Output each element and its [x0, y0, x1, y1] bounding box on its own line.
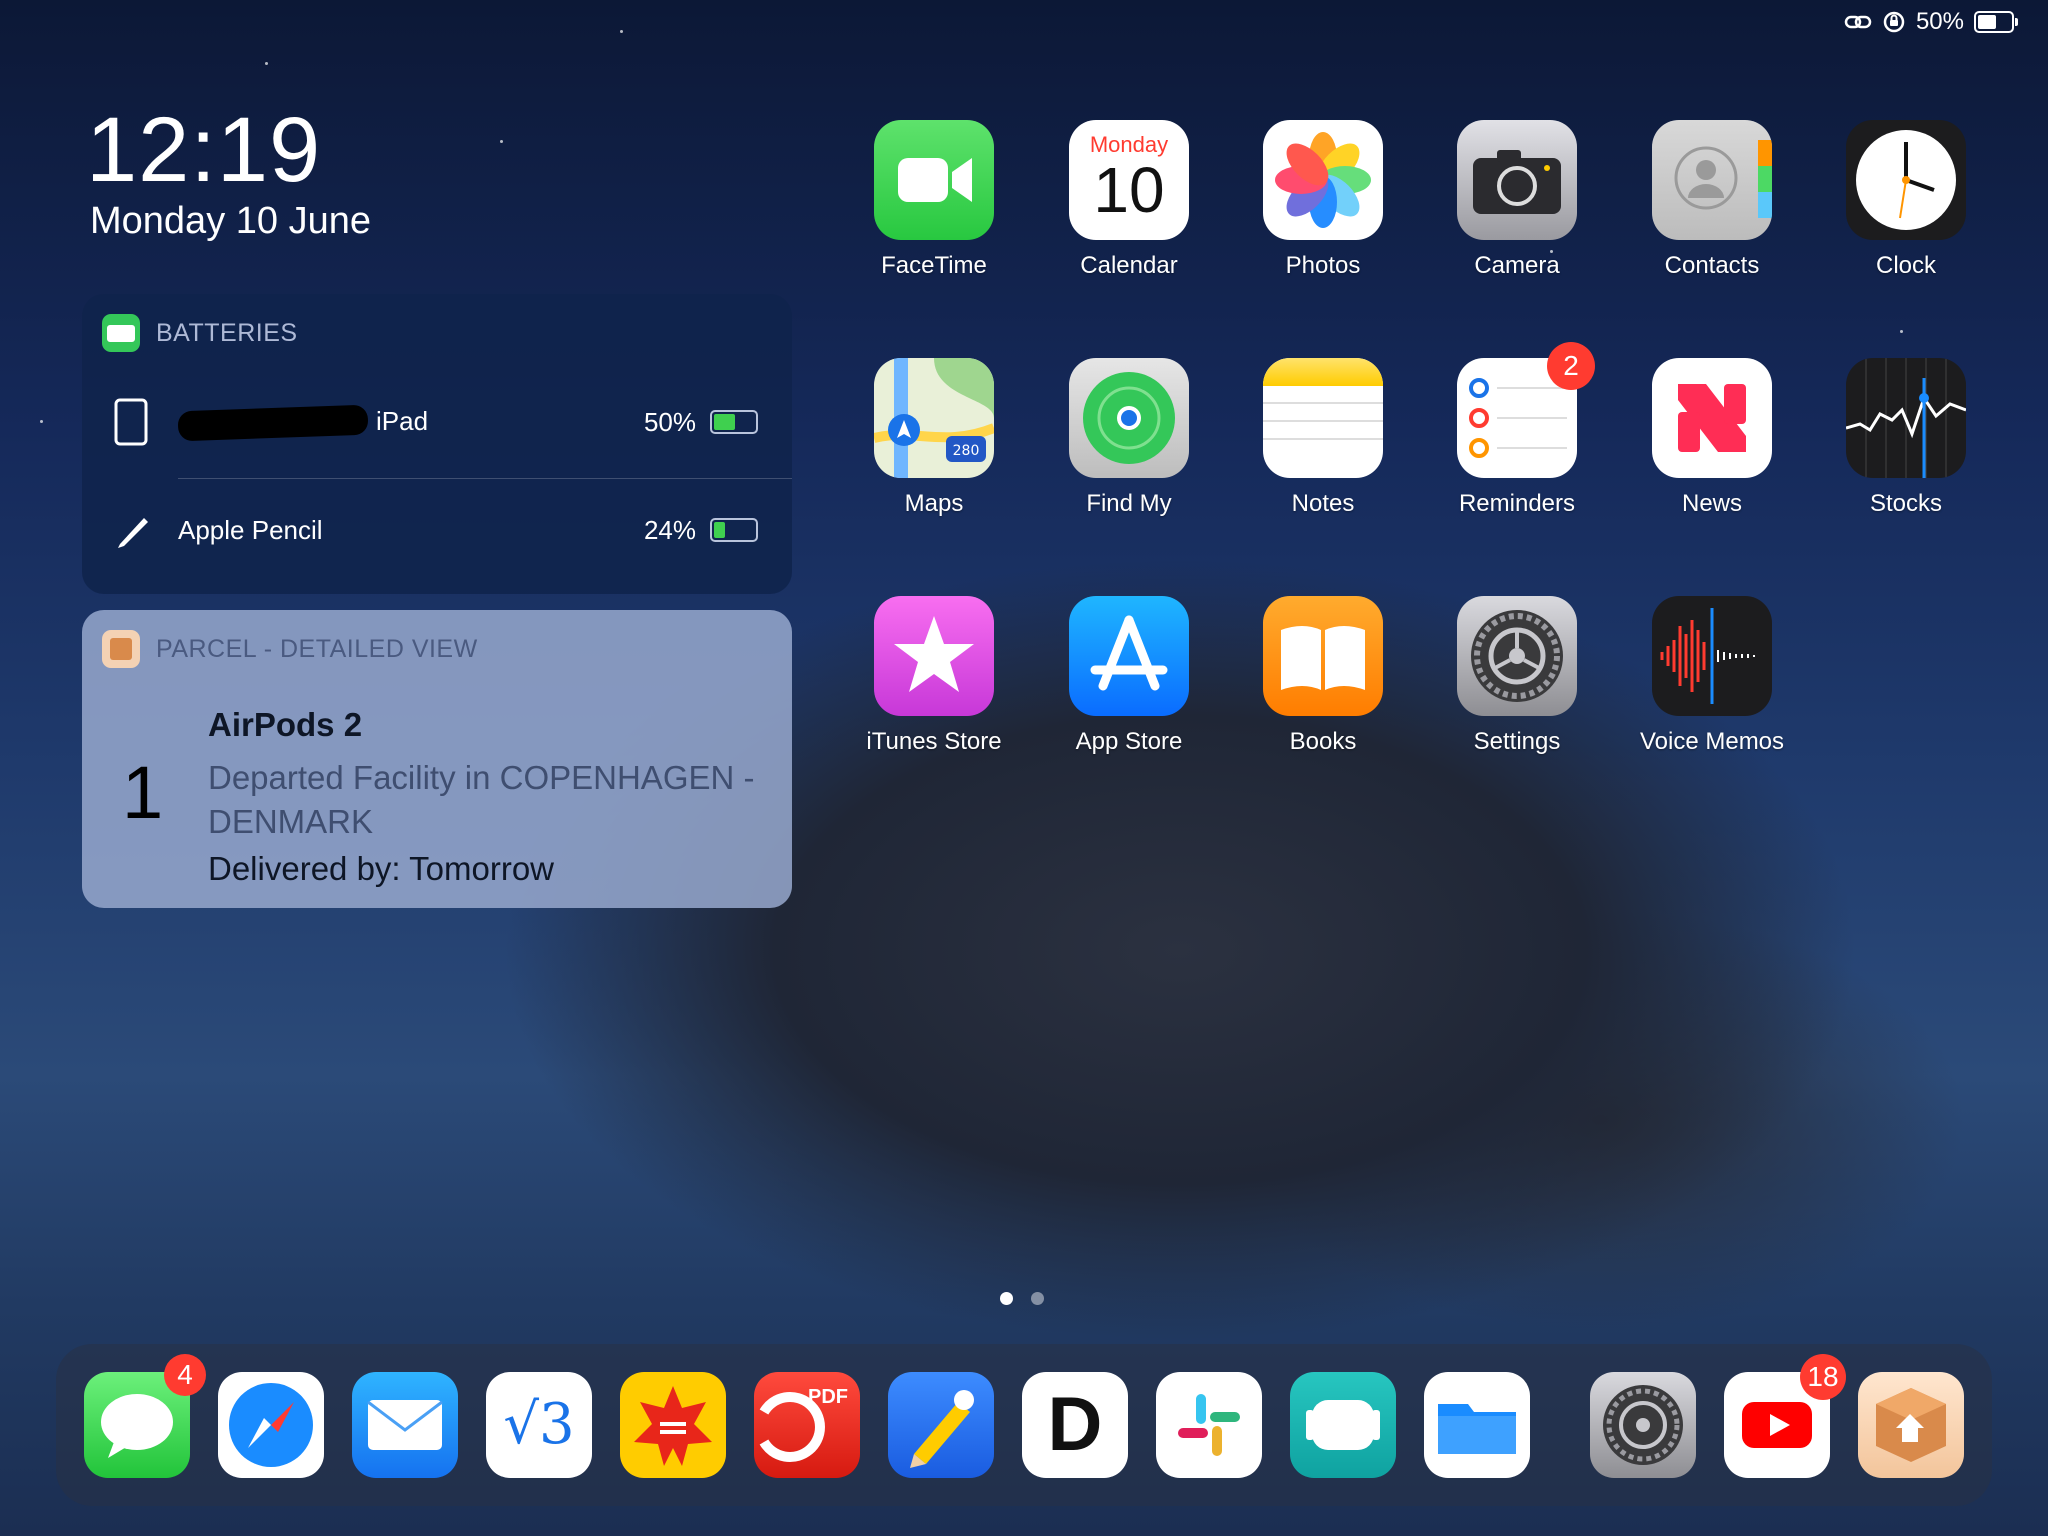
- page-indicator[interactable]: [1000, 1292, 1044, 1305]
- star: [40, 420, 43, 423]
- parcel-item: AirPods 2: [208, 706, 363, 743]
- parcel-widget[interactable]: PARCEL - DETAILED VIEW 1 AirPods 2 Depar…: [82, 610, 792, 908]
- app-maps[interactable]: 280 Maps: [854, 358, 1014, 518]
- sketch-pencil-icon[interactable]: [888, 1372, 994, 1478]
- app-photos[interactable]: Photos: [1243, 120, 1403, 280]
- find-my-icon: [1069, 358, 1189, 478]
- news-icon: [1652, 358, 1772, 478]
- date: Monday 10 June: [90, 200, 371, 242]
- battery-percent: 50%: [1915, 8, 1964, 35]
- v3-icon[interactable]: √3: [486, 1372, 592, 1478]
- day-one-icon[interactable]: D: [1022, 1372, 1128, 1478]
- redacted-name: [177, 404, 369, 442]
- star: [500, 140, 503, 143]
- notes-icon: [1263, 358, 1383, 478]
- voice-memos-icon: [1652, 596, 1772, 716]
- itunes-store-icon: [874, 596, 994, 716]
- app-find-my[interactable]: Find My: [1049, 358, 1209, 518]
- app-news[interactable]: News: [1632, 358, 1792, 518]
- app-store-icon: [1069, 596, 1189, 716]
- camera-icon: [1457, 120, 1577, 240]
- page-dot[interactable]: [1000, 1292, 1013, 1305]
- app-app-store[interactable]: App Store: [1049, 596, 1209, 756]
- calendar-icon: Monday 10: [1069, 120, 1189, 240]
- photos-icon: [1263, 120, 1383, 240]
- star: [265, 62, 268, 65]
- books-icon: [1263, 596, 1383, 716]
- app-voice-memos[interactable]: Voice Memos: [1632, 596, 1792, 756]
- widget-title: BATTERIES: [156, 318, 298, 347]
- svg-text:280: 280: [953, 443, 980, 459]
- battery-widget-icon: [102, 314, 140, 352]
- batteries-widget[interactable]: BATTERIES iPad 50% Apple Pencil 24%: [82, 294, 792, 594]
- slack-icon[interactable]: [1156, 1372, 1262, 1478]
- app-stocks[interactable]: Stocks: [1826, 358, 1986, 518]
- youtube-badge: 18: [1800, 1354, 1846, 1400]
- settings-recent-icon[interactable]: [1590, 1372, 1696, 1478]
- status-bar: 50%: [1844, 8, 2018, 36]
- dock: 4 √3 PDF D 18: [56, 1344, 1992, 1506]
- star: [620, 30, 623, 33]
- app-itunes-store[interactable]: iTunes Store: [854, 596, 1014, 756]
- ipad-icon: [114, 398, 148, 446]
- pdf-expert-icon[interactable]: PDF: [754, 1372, 860, 1478]
- app-facetime[interactable]: FaceTime: [854, 120, 1014, 280]
- parcel-count: 1: [122, 751, 164, 834]
- pencil-icon: [118, 518, 148, 548]
- time: 12:19: [86, 99, 322, 201]
- screens-icon[interactable]: [1290, 1372, 1396, 1478]
- wolfram-icon[interactable]: [620, 1372, 726, 1478]
- battery-level-bar: [710, 518, 758, 542]
- battery-icon: [1974, 11, 2018, 33]
- app-calendar[interactable]: Monday 10 Calendar: [1049, 120, 1209, 280]
- parcel-status: Departed Facility in COPENHAGEN - DENMAR…: [208, 759, 755, 840]
- orientation-lock-icon: [1883, 11, 1905, 33]
- facetime-icon: [874, 120, 994, 240]
- app-camera[interactable]: Camera: [1437, 120, 1597, 280]
- app-contacts[interactable]: Contacts: [1632, 120, 1792, 280]
- contacts-icon: [1652, 120, 1772, 240]
- safari-icon[interactable]: [218, 1372, 324, 1478]
- app-books[interactable]: Books: [1243, 596, 1403, 756]
- page-dot[interactable]: [1031, 1292, 1044, 1305]
- star: [1900, 330, 1903, 333]
- widget-title: PARCEL - DETAILED VIEW: [156, 634, 478, 663]
- app-notes[interactable]: Notes: [1243, 358, 1403, 518]
- messages-badge: 4: [164, 1354, 206, 1396]
- battery-row-ipad: iPad 50%: [82, 372, 792, 472]
- settings-icon: [1457, 596, 1577, 716]
- stocks-icon: [1846, 358, 1966, 478]
- link-icon: [1844, 15, 1872, 29]
- app-clock[interactable]: Clock: [1826, 120, 1986, 280]
- parcel-app-icon: [102, 630, 140, 668]
- battery-level-bar: [710, 410, 758, 434]
- battery-row-pencil: Apple Pencil 24%: [82, 480, 792, 580]
- parcel-delivery: Delivered by: Tomorrow: [208, 850, 555, 887]
- clock-icon: [1846, 120, 1966, 240]
- app-settings[interactable]: Settings: [1437, 596, 1597, 756]
- files-icon[interactable]: [1424, 1372, 1530, 1478]
- maps-icon: 280: [874, 358, 994, 478]
- divider: [178, 478, 792, 479]
- mail-icon[interactable]: [352, 1372, 458, 1478]
- notification-badge: 2: [1547, 342, 1595, 390]
- app-reminders[interactable]: 2 Reminders: [1437, 342, 1597, 518]
- parcel-icon[interactable]: [1858, 1372, 1964, 1478]
